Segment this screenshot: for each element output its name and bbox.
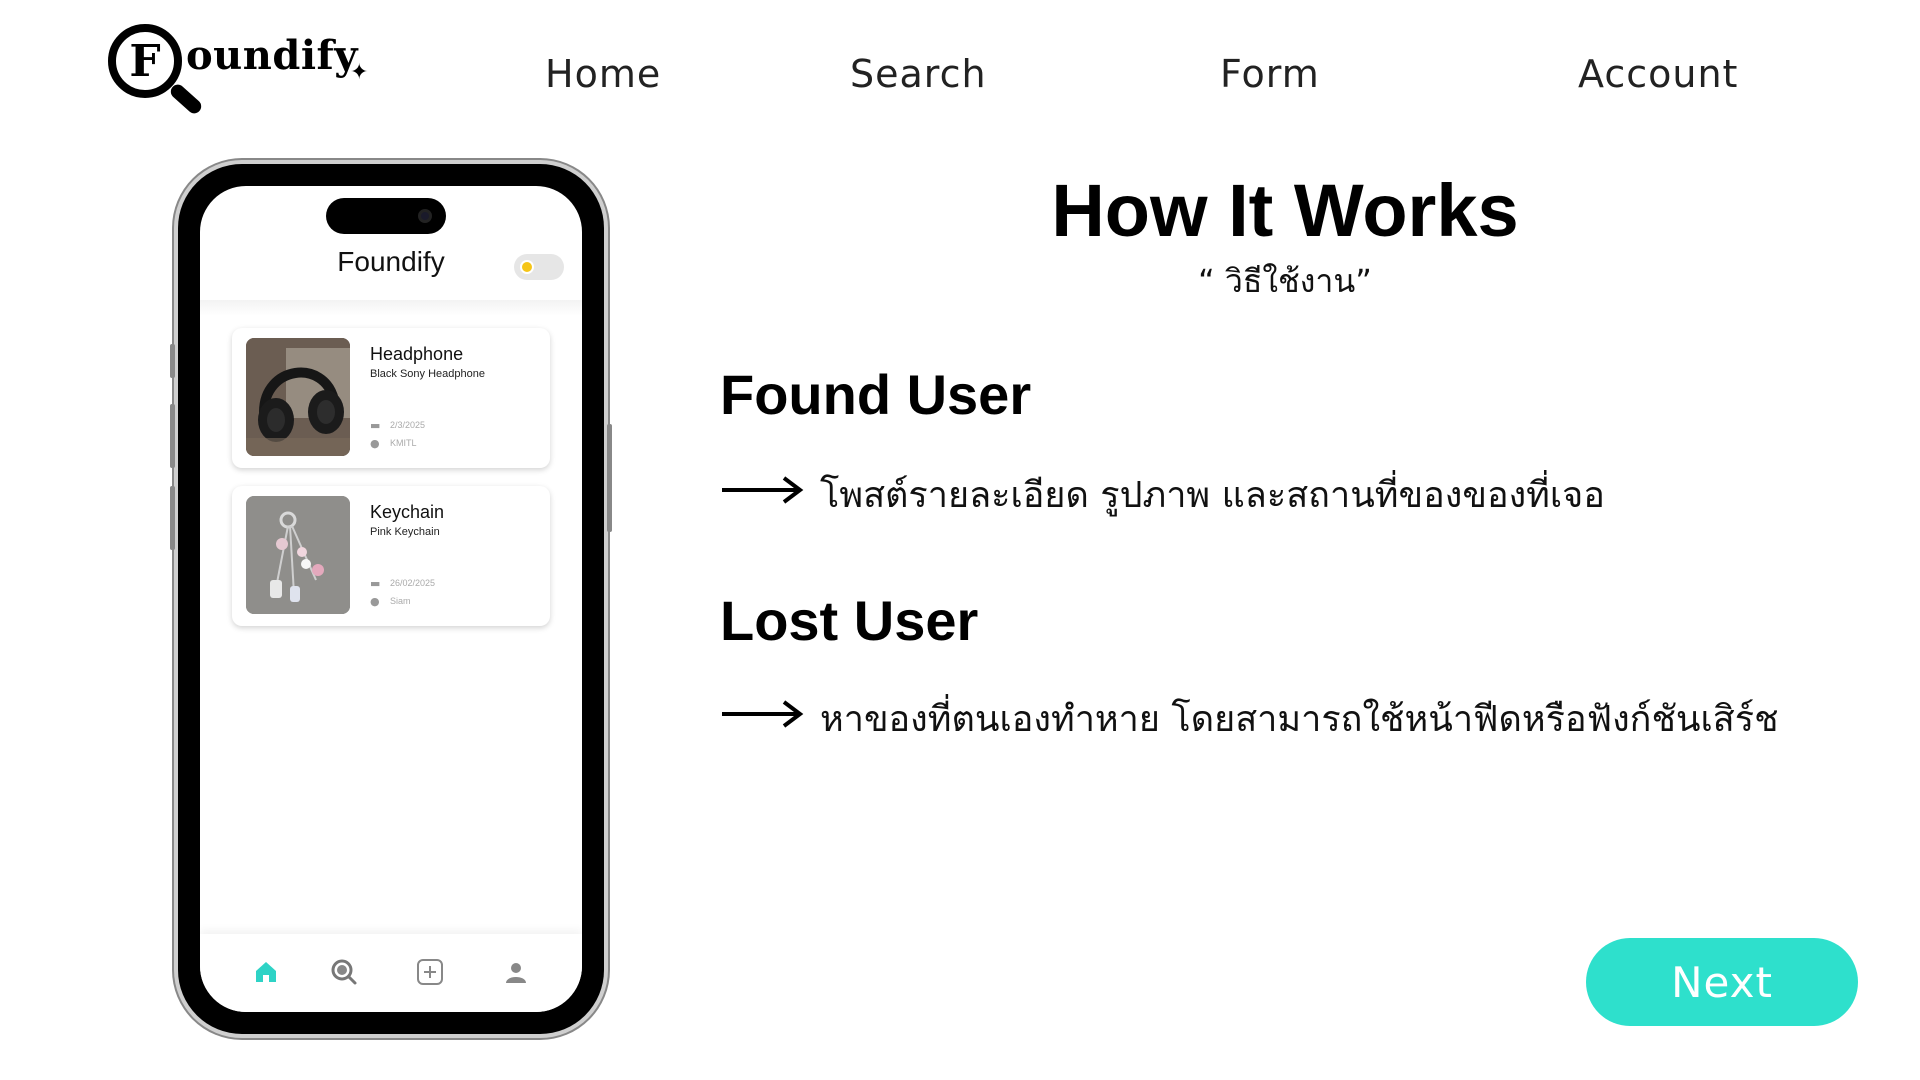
lost-user-description: หาของที่ตนเองทำหาย โดยสามารถใช้หน้าฟีดหร… — [820, 699, 1779, 740]
sparkle-icon: ✦ — [350, 60, 369, 85]
dynamic-island — [326, 198, 446, 234]
lost-user-heading: Lost User — [720, 589, 979, 652]
phone-power-button — [607, 424, 612, 532]
item-photo — [246, 496, 350, 614]
location-pin-icon: ● — [370, 437, 380, 450]
tab-search-icon[interactable] — [328, 956, 360, 988]
toggle-knob — [520, 260, 534, 274]
phone-screen: Foundify Headphone Black Sony Headphone … — [200, 186, 582, 1012]
next-button[interactable]: Next — [1586, 938, 1858, 1026]
header-divider — [200, 300, 582, 316]
item-location: Siam — [390, 596, 411, 606]
item-title: Headphone — [370, 344, 464, 364]
phone-side-button — [170, 344, 175, 378]
item-location: KMITL — [390, 438, 417, 448]
logo-letter: F — [129, 35, 161, 87]
item-photo — [246, 338, 350, 456]
page-subtitle: “ วิธีใช้งาน” — [1198, 262, 1372, 300]
phone-mockup: Foundify Headphone Black Sony Headphone … — [170, 164, 612, 1034]
tab-account-icon[interactable] — [500, 956, 532, 988]
item-title: Keychain — [370, 502, 445, 522]
page-title: How It Works — [1051, 169, 1519, 252]
phone-volume-up — [170, 404, 175, 468]
phone-volume-down — [170, 486, 175, 550]
item-card[interactable]: Headphone Black Sony Headphone ▬ 2/3/202… — [232, 328, 550, 468]
nav-form[interactable]: Form — [1220, 52, 1320, 96]
arrow-right-icon — [720, 699, 804, 729]
found-user-heading: Found User — [720, 363, 1032, 426]
location-pin-icon: ● — [370, 595, 380, 608]
item-card[interactable]: Keychain Pink Keychain ▬ 26/02/2025 ● Si… — [232, 486, 550, 626]
bottom-tab-bar — [200, 934, 582, 1012]
camera-icon — [418, 209, 432, 223]
item-subtitle: Pink Keychain — [370, 526, 440, 538]
nav-home[interactable]: Home — [545, 52, 661, 96]
calendar-icon: ▬ — [370, 577, 381, 590]
item-subtitle: Black Sony Headphone — [370, 368, 485, 380]
tab-home-icon[interactable] — [250, 956, 282, 988]
logo-magnifier-handle — [167, 81, 205, 117]
tab-add-icon[interactable] — [414, 956, 446, 988]
nav-search[interactable]: Search — [850, 52, 987, 96]
item-date: 26/02/2025 — [390, 578, 436, 588]
found-user-description: โพสต์รายละเอียด รูปภาพ และสถานที่ของของท… — [820, 475, 1605, 516]
nav-account[interactable]: Account — [1578, 52, 1738, 96]
arrow-right-icon — [720, 475, 804, 505]
item-date: 2/3/2025 — [390, 420, 426, 430]
foundify-logo[interactable]: F oundify ✦ — [106, 20, 376, 120]
calendar-icon: ▬ — [370, 419, 381, 432]
theme-toggle[interactable] — [514, 254, 564, 280]
logo-text: oundify — [186, 32, 358, 79]
